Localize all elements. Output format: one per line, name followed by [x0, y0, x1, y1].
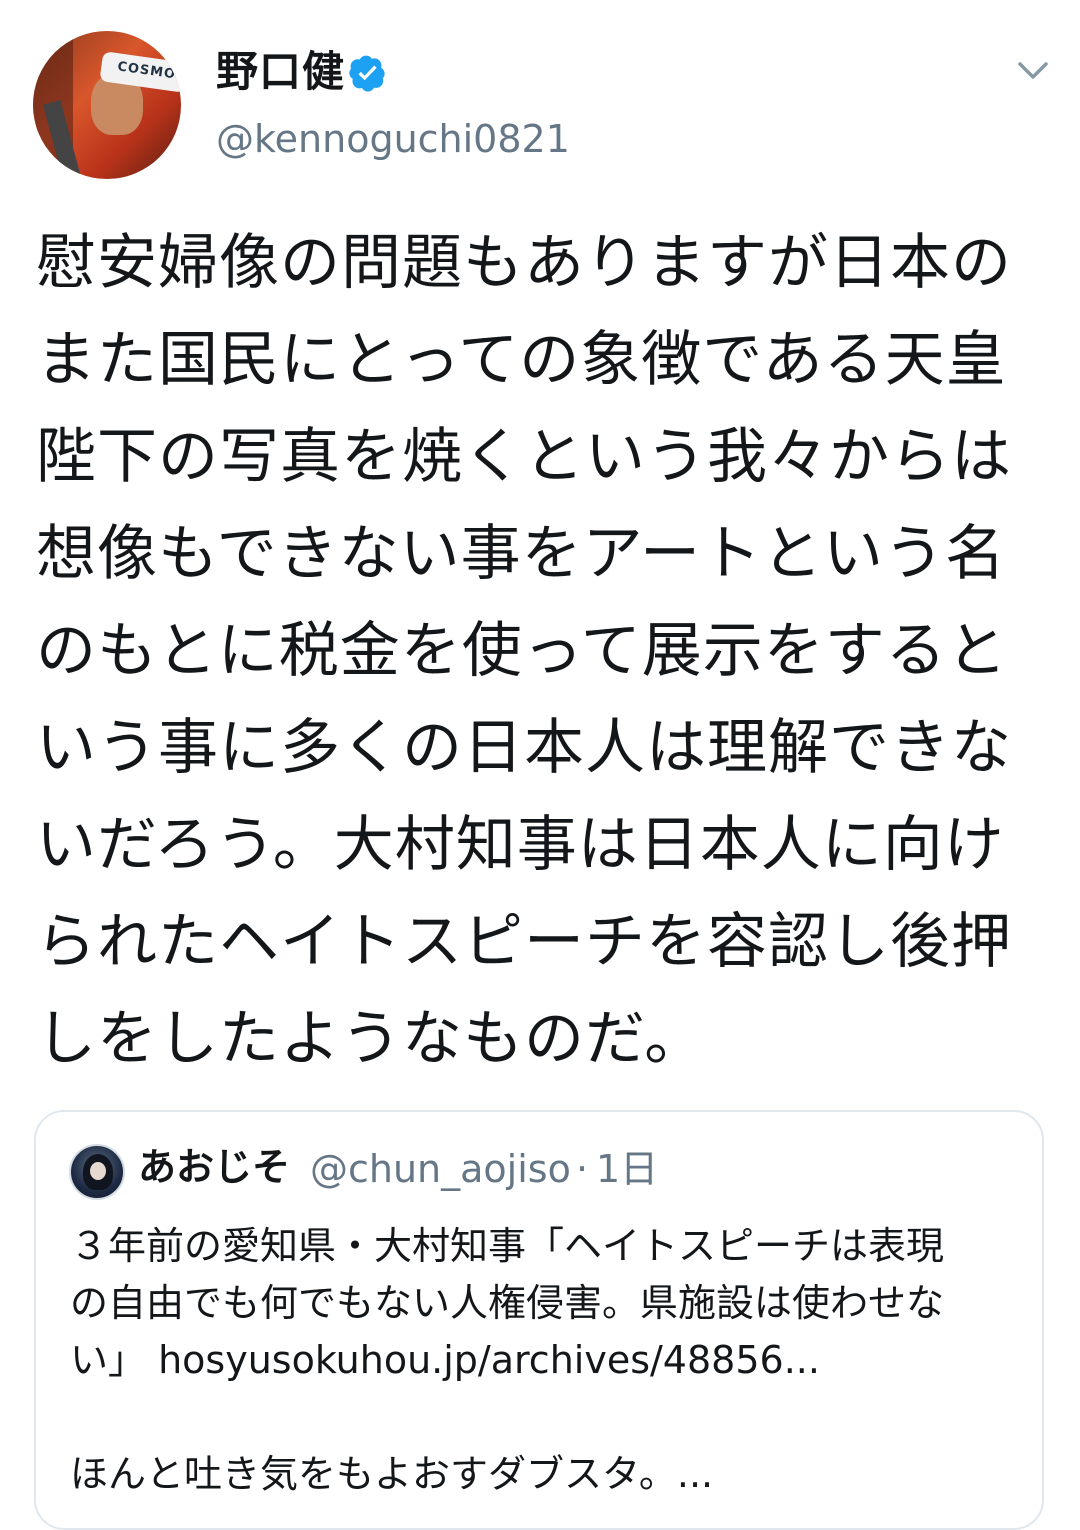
author-handle[interactable]: @kennoguchi0821 — [216, 114, 570, 164]
quoted-tweet-card[interactable]: あおじそ @chun_aojiso · 1日 ３年前の愛知県・大村知事「ヘイトス… — [34, 1110, 1044, 1530]
tweet-text-line: 慰安婦像の問題もありますが日本の — [36, 228, 1012, 298]
quoted-author-name[interactable]: あおじそ — [138, 1140, 290, 1194]
tweet-text-line: 想像もできない事をアートという名 — [36, 519, 1006, 589]
tweet-text-line: のもとに税金を使って展示をすると — [36, 616, 1008, 686]
quoted-text-line: ほんと吐き気をもよおすダブスタ。... — [70, 1452, 714, 1496]
tweet-text-line: 陛下の写真を焼くという我々からは — [36, 422, 1012, 492]
quoted-text-line: ３年前の愛知県・大村知事「ヘイトスピーチは表現 — [70, 1224, 945, 1268]
tweet-text-line: また国民にとっての象徴である天皇 — [36, 325, 1007, 395]
avatar-headband-logo: COSMO — [116, 59, 177, 83]
quoted-avatar-face — [90, 1162, 106, 1180]
verified-badge-icon — [349, 55, 385, 92]
tweet-text-line: しをしたようなものだ。 — [36, 1004, 706, 1074]
quoted-text-line: の自由でも何でもない人権侵害。県施設は使わせな — [70, 1281, 945, 1325]
tweet-text-line: いう事に多くの日本人は理解できな — [36, 713, 1012, 783]
quoted-text-blank-line — [70, 1389, 1020, 1446]
chevron-down-icon[interactable] — [1010, 52, 1056, 88]
tweet-text-line: られたヘイトスピーチを容認し後押 — [36, 907, 1012, 977]
tweet-text: 慰安婦像の問題もありますが日本の また国民にとっての象徴である天皇 陛下の写真を… — [36, 215, 1036, 1088]
tweet-text-line: いだろう。大村知事は日本人に向け — [36, 810, 1005, 880]
quoted-meta-separator: · — [576, 1147, 589, 1191]
quoted-timestamp[interactable]: 1日 — [596, 1142, 658, 1196]
author-name[interactable]: 野口健 — [216, 46, 345, 98]
quoted-tweet-text: ３年前の愛知県・大村知事「ヘイトスピーチは表現 の自由でも何でもない人権侵害。県… — [70, 1218, 1020, 1503]
quoted-text-line[interactable]: い」 hosyusokuhou.jp/archives/48856... — [70, 1332, 1020, 1389]
author-avatar[interactable]: COSMO — [33, 31, 181, 179]
quoted-author-avatar[interactable] — [69, 1144, 125, 1200]
quoted-author-handle[interactable]: @chun_aojiso — [310, 1142, 571, 1196]
